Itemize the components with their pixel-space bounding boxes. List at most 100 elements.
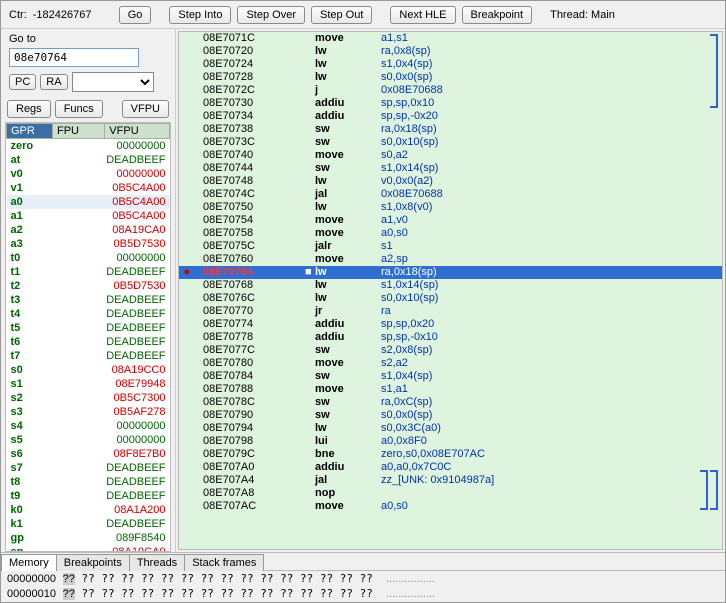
- reg-row[interactable]: sp08A19CA0: [7, 545, 170, 552]
- disasm-row[interactable]: 08E7074C jal0x08E70688: [179, 188, 722, 201]
- reg-row[interactable]: s400000000: [7, 419, 170, 433]
- reg-row[interactable]: a208A19CA0: [7, 223, 170, 237]
- disasm-row[interactable]: 08E70754 movea1,v0: [179, 214, 722, 227]
- go-button[interactable]: Go: [119, 6, 152, 24]
- main-toolbar: Ctr: -182426767 Go Step Into Step Over S…: [1, 1, 725, 29]
- disasm-row[interactable]: 08E70720 lwra,0x8(sp): [179, 45, 722, 58]
- disasm-row[interactable]: 08E70724 lws1,0x4(sp): [179, 58, 722, 71]
- goto-select[interactable]: [72, 72, 154, 92]
- memory-row[interactable]: 00000010 ?? ?? ?? ?? ?? ?? ?? ?? ?? ?? ?…: [1, 586, 725, 601]
- reg-row[interactable]: s500000000: [7, 433, 170, 447]
- reg-row[interactable]: v10B5C4A00: [7, 181, 170, 195]
- next-hle-button[interactable]: Next HLE: [390, 6, 455, 24]
- breakpoint-button[interactable]: Breakpoint: [462, 6, 533, 24]
- disasm-row[interactable]: 08E70744 sws1,0x14(sp): [179, 162, 722, 175]
- ctr-value: -182426767: [33, 9, 113, 21]
- reg-row[interactable]: k008A1A200: [7, 503, 170, 517]
- reg-row[interactable]: k1DEADBEEF: [7, 517, 170, 531]
- tab-stackframes[interactable]: Stack frames: [184, 554, 264, 571]
- disasm-row[interactable]: 08E7075C jalrs1: [179, 240, 722, 253]
- tab-funcs[interactable]: Funcs: [55, 100, 103, 118]
- disasm-row[interactable]: 08E70778 addiusp,sp,-0x10: [179, 331, 722, 344]
- reg-row[interactable]: t9DEADBEEF: [7, 489, 170, 503]
- reg-row[interactable]: t5DEADBEEF: [7, 321, 170, 335]
- reg-row[interactable]: a00B5C4A00: [7, 195, 170, 209]
- bottom-panel: Memory Breakpoints Threads Stack frames …: [1, 552, 725, 602]
- step-over-button[interactable]: Step Over: [237, 6, 305, 24]
- disasm-row[interactable]: 08E70790 sws0,0x0(sp): [179, 409, 722, 422]
- disasm-row[interactable]: 08E70738 swra,0x18(sp): [179, 123, 722, 136]
- goto-input[interactable]: [9, 48, 139, 67]
- disasm-row[interactable]: 08E70760 movea2,sp: [179, 253, 722, 266]
- disasm-row[interactable]: 08E70788 moves1,a1: [179, 383, 722, 396]
- disasm-row[interactable]: 08E70770 jrra: [179, 305, 722, 318]
- memory-view[interactable]: 00000000 ?? ?? ?? ?? ?? ?? ?? ?? ?? ?? ?…: [1, 571, 725, 601]
- disasm-row[interactable]: 08E7077C sws2,0x8(sp): [179, 344, 722, 357]
- reg-row[interactable]: a10B5C4A00: [7, 209, 170, 223]
- tab-threads[interactable]: Threads: [129, 554, 185, 571]
- register-list[interactable]: GPR FPU VFPU zero00000000atDEADBEEFv0000…: [5, 122, 171, 552]
- disasm-row[interactable]: 08E70740 moves0,a2: [179, 149, 722, 162]
- disasm-row[interactable]: 08E7073C sws0,0x10(sp): [179, 136, 722, 149]
- reg-row[interactable]: s108E79948: [7, 377, 170, 391]
- disasm-row[interactable]: 08E70798 luia0,0x8F0: [179, 435, 722, 448]
- reg-col-fpu[interactable]: FPU: [53, 124, 105, 139]
- tab-regs[interactable]: Regs: [7, 100, 51, 118]
- ra-button[interactable]: RA: [40, 74, 67, 90]
- reg-row[interactable]: zero00000000: [7, 139, 170, 154]
- tab-memory[interactable]: Memory: [1, 554, 57, 571]
- disasm-row[interactable]: 08E70728 lws0,0x0(sp): [179, 71, 722, 84]
- reg-row[interactable]: s30B5AF278: [7, 405, 170, 419]
- disasm-row[interactable]: 08E707A0 addiua0,a0,0x7C0C: [179, 461, 722, 474]
- reg-row[interactable]: gp089F8540: [7, 531, 170, 545]
- reg-row[interactable]: t1DEADBEEF: [7, 265, 170, 279]
- disasm-row[interactable]: 08E70750 lws1,0x8(v0): [179, 201, 722, 214]
- disasm-row[interactable]: 08E70780 moves2,a2: [179, 357, 722, 370]
- reg-row[interactable]: s20B5C7300: [7, 391, 170, 405]
- tab-vfpu[interactable]: VFPU: [122, 100, 169, 118]
- thread-label: Thread: Main: [550, 9, 615, 21]
- reg-row[interactable]: s608F8E7B0: [7, 447, 170, 461]
- disasm-row[interactable]: 08E70758 movea0,s0: [179, 227, 722, 240]
- disasm-row[interactable]: 08E707AC movea0,s0: [179, 500, 722, 513]
- disasm-row[interactable]: 08E70730 addiusp,sp,0x10: [179, 97, 722, 110]
- disasm-row[interactable]: ●08E70764■lwra,0x18(sp): [179, 266, 722, 279]
- disasm-row[interactable]: 08E70774 addiusp,sp,0x20: [179, 318, 722, 331]
- disasm-row[interactable]: 08E70784 sws1,0x4(sp): [179, 370, 722, 383]
- disasm-row[interactable]: 08E70748 lwv0,0x0(a2): [179, 175, 722, 188]
- reg-row[interactable]: t20B5D7530: [7, 279, 170, 293]
- reg-row[interactable]: s008A19CC0: [7, 363, 170, 377]
- disasm-row[interactable]: 08E70768 lws1,0x14(sp): [179, 279, 722, 292]
- left-panel: Go to PC RA Regs Funcs VFPU GPR FPU VFPU…: [1, 29, 176, 552]
- reg-row[interactable]: t6DEADBEEF: [7, 335, 170, 349]
- disasm-row[interactable]: 08E7078C swra,0xC(sp): [179, 396, 722, 409]
- reg-row[interactable]: v000000000: [7, 167, 170, 181]
- disasm-row[interactable]: 08E7071C movea1,s1: [179, 32, 722, 45]
- disasm-row[interactable]: 08E70734 addiusp,sp,-0x20: [179, 110, 722, 123]
- reg-col-vfpu[interactable]: VFPU: [105, 124, 170, 139]
- disasm-row[interactable]: 08E7079C bnezero,s0,0x08E707AC: [179, 448, 722, 461]
- ctr-label: Ctr:: [9, 9, 27, 21]
- disasm-row[interactable]: 08E7076C lws0,0x10(sp): [179, 292, 722, 305]
- disasm-row[interactable]: 08E70794 lws0,0x3C(a0): [179, 422, 722, 435]
- reg-col-gpr[interactable]: GPR: [7, 124, 53, 139]
- reg-row[interactable]: t3DEADBEEF: [7, 293, 170, 307]
- step-out-button[interactable]: Step Out: [311, 6, 372, 24]
- disasm-row[interactable]: 08E7072C j0x08E70688: [179, 84, 722, 97]
- reg-header-row: GPR FPU VFPU: [7, 124, 170, 139]
- reg-row[interactable]: t8DEADBEEF: [7, 475, 170, 489]
- reg-row[interactable]: t4DEADBEEF: [7, 307, 170, 321]
- reg-row[interactable]: s7DEADBEEF: [7, 461, 170, 475]
- reg-row[interactable]: a30B5D7530: [7, 237, 170, 251]
- disasm-row[interactable]: 08E707A4 jalzz_[UNK: 0x9104987a]: [179, 474, 722, 487]
- step-into-button[interactable]: Step Into: [169, 6, 231, 24]
- memory-row[interactable]: 00000000 ?? ?? ?? ?? ?? ?? ?? ?? ?? ?? ?…: [1, 571, 725, 586]
- disassembly-view[interactable]: 08E7071C movea1,s1 08E70720 lwra,0x8(sp)…: [178, 31, 723, 550]
- disasm-row[interactable]: 08E707A8 nop: [179, 487, 722, 500]
- pc-button[interactable]: PC: [9, 74, 36, 90]
- reg-row[interactable]: t7DEADBEEF: [7, 349, 170, 363]
- reg-row[interactable]: atDEADBEEF: [7, 153, 170, 167]
- tab-breakpoints[interactable]: Breakpoints: [56, 554, 130, 571]
- reg-row[interactable]: t000000000: [7, 251, 170, 265]
- goto-label: Go to: [9, 33, 167, 45]
